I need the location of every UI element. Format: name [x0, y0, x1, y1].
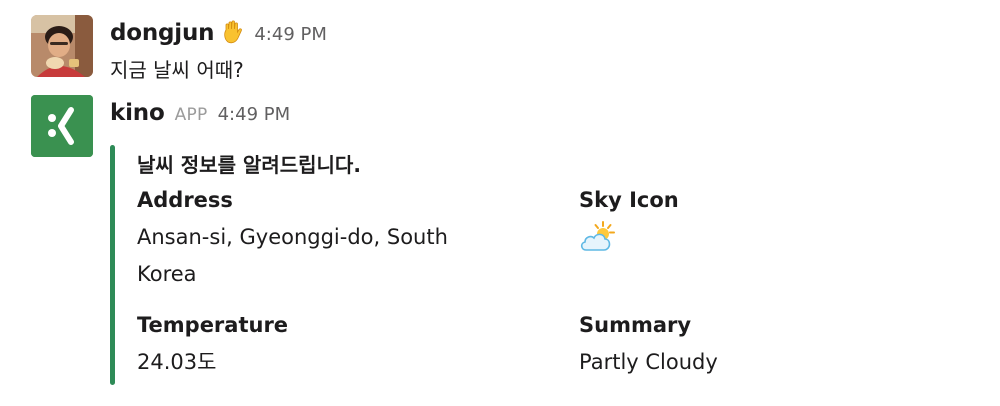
attachment-title: 날씨 정보를 알려드립니다.	[137, 153, 361, 177]
timestamp[interactable]: 4:49 PM	[218, 104, 291, 125]
field-value-address-line2: Korea	[137, 262, 197, 286]
username[interactable]: dongjun	[110, 20, 215, 46]
kino-logo-icon	[31, 95, 93, 157]
app-badge: APP	[174, 105, 208, 125]
partly-cloudy-icon	[579, 221, 617, 257]
field-value-temperature: 24.03도	[137, 350, 217, 374]
field-label-summary: Summary	[579, 313, 692, 337]
attachment-accent-bar	[110, 145, 115, 385]
field-label-address: Address	[137, 188, 233, 212]
field-label-temperature: Temperature	[137, 313, 289, 337]
hand-emoji-icon	[222, 20, 244, 48]
app-avatar-kino[interactable]	[31, 95, 93, 157]
field-label-sky-icon: Sky Icon	[579, 188, 679, 212]
message-header: dongjun 4:49 PM	[110, 20, 327, 48]
avatar-photo	[31, 15, 93, 77]
username[interactable]: kino	[110, 100, 165, 126]
user-avatar-dongjun[interactable]	[31, 15, 93, 77]
timestamp[interactable]: 4:49 PM	[254, 24, 327, 45]
weather-attachment: 날씨 정보를 알려드립니다. Address Ansan-si, Gyeongg…	[110, 145, 980, 385]
field-value-address-line1: Ansan-si, Gyeonggi-do, South	[137, 225, 448, 249]
field-value-summary: Partly Cloudy	[579, 350, 718, 374]
message-text: 지금 날씨 어때?	[110, 58, 244, 82]
message-header: kino APP 4:49 PM	[110, 100, 290, 126]
